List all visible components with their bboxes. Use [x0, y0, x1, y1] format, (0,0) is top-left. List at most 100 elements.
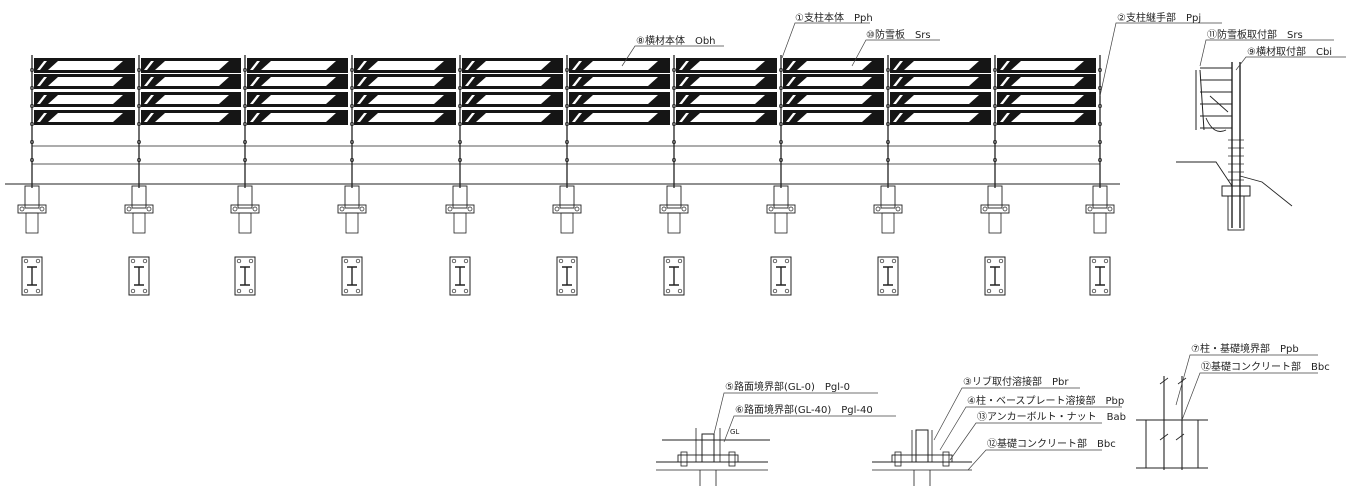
base-plate [230, 204, 260, 214]
side-section-view [1176, 62, 1293, 231]
anchor-nut [788, 206, 794, 212]
label-panel-mount: ⑪防雪板取付部 Srs [1207, 28, 1303, 41]
label-road-boundary-40: ⑥路面境界部(GL-40) Pgl-40 [735, 403, 873, 416]
anchor-hole [23, 258, 29, 264]
panel-slot [1011, 95, 1084, 104]
panel-slot [368, 113, 444, 122]
h-beam-section [347, 266, 357, 286]
anchor-hole [986, 258, 992, 264]
anchor-hole [570, 288, 576, 294]
front-elevation [5, 55, 1120, 234]
anchor-nut [1002, 206, 1008, 212]
panel-slot [48, 77, 123, 86]
label-post-body: ①支柱本体 Pph [795, 11, 873, 24]
h-beam-section [883, 266, 893, 286]
anchor-hole [463, 258, 469, 264]
anchor-nut [554, 206, 560, 212]
panel-slot [797, 113, 872, 122]
anchor-hole [986, 288, 992, 294]
label-crossbar-body: ⑧横材本体 Obh [636, 34, 716, 47]
base-plate [552, 204, 582, 214]
panel-slot [1011, 113, 1084, 122]
anchor-nut [661, 206, 667, 212]
panel-slot [904, 77, 979, 86]
base-plate [766, 204, 796, 214]
base-plate [17, 204, 47, 214]
panel-slot [690, 113, 765, 122]
anchor-hole [35, 288, 41, 294]
drawing-canvas: ⑧横材本体 Obh ①支柱本体 Pph ⑩防雪板 Srs ②支柱継手部 Ppj … [0, 0, 1355, 486]
anchor-nut [467, 206, 473, 212]
foundation-stub [881, 212, 895, 234]
label-post-foundation-boundary: ⑦柱・基礎境界部 Ppb [1191, 342, 1299, 355]
anchor-nut [574, 206, 580, 212]
panel-slot [48, 113, 123, 122]
foundation-stub [560, 212, 574, 234]
detail-foundation [656, 469, 768, 486]
anchor-hole [463, 288, 469, 294]
detail-anchor-bolt [728, 451, 736, 467]
anchor-hole [343, 258, 349, 264]
h-beam-section [990, 266, 1000, 286]
anchor-nut [768, 206, 774, 212]
detail-post [701, 433, 715, 463]
label-rib-weld: ③リブ取付溶接部 Pbr [963, 375, 1069, 388]
detail-post [915, 429, 929, 463]
h-beam-section [240, 266, 250, 286]
anchor-hole [248, 258, 254, 264]
anchor-hole [1103, 288, 1109, 294]
foundation-stub [988, 212, 1002, 234]
foundation-stub [774, 212, 788, 234]
panel-slot [261, 77, 336, 86]
detail-anchor-bolt [942, 451, 950, 467]
label-anchor-bolt: ⑬アンカーボルト・ナット Bab [977, 411, 1126, 423]
anchor-nut [359, 206, 365, 212]
leader-line-6 [723, 415, 896, 443]
anchor-hole [236, 258, 242, 264]
anchor-nut [339, 206, 345, 212]
leader-line-12b [1181, 372, 1318, 421]
anchor-hole [998, 258, 1004, 264]
panel-slot [48, 95, 123, 104]
panel-slot [583, 77, 658, 86]
base-plate [659, 204, 689, 214]
anchor-hole [558, 258, 564, 264]
foundation-stub [238, 212, 252, 234]
base-plate [873, 204, 903, 214]
anchor-hole [130, 288, 136, 294]
label-baseplate-weld: ④柱・ベースプレート溶接部 Pbp [967, 394, 1124, 407]
detail-foundation [872, 469, 972, 486]
panel-slot [904, 61, 979, 70]
panel-slot [261, 61, 336, 70]
anchor-hole [784, 258, 790, 264]
label-road-boundary-0: ⑤路面境界部(GL-0) Pgl-0 [725, 380, 850, 393]
foundation-stub [1093, 212, 1107, 234]
panel-slot [797, 61, 872, 70]
anchor-hole [1091, 258, 1097, 264]
anchor-hole [570, 258, 576, 264]
base-plate [445, 204, 475, 214]
base-plate [124, 204, 154, 214]
panel-slot [476, 61, 551, 70]
anchor-hole [35, 258, 41, 264]
leader-line-2 [1099, 22, 1222, 97]
panel-slot [261, 113, 336, 122]
base-plate [980, 204, 1010, 214]
side-panel-bracket [1195, 69, 1205, 131]
label-foundation-concrete-a: ⑫基礎コンクリート部 Bbc [987, 437, 1116, 450]
anchor-nut [982, 206, 988, 212]
anchor-nut [681, 206, 687, 212]
foundation-stub [667, 212, 681, 234]
panel-slot [797, 77, 872, 86]
panel-slot [690, 77, 765, 86]
anchor-hole [451, 258, 457, 264]
panel-slot [155, 61, 229, 70]
panel-slot [904, 95, 979, 104]
panel-slot [583, 61, 658, 70]
detail-anchor-bolt [894, 451, 902, 467]
anchor-nut [146, 206, 152, 212]
panel-slot [476, 77, 551, 86]
panel-slot [368, 61, 444, 70]
anchor-hole [451, 288, 457, 294]
anchor-hole [142, 288, 148, 294]
